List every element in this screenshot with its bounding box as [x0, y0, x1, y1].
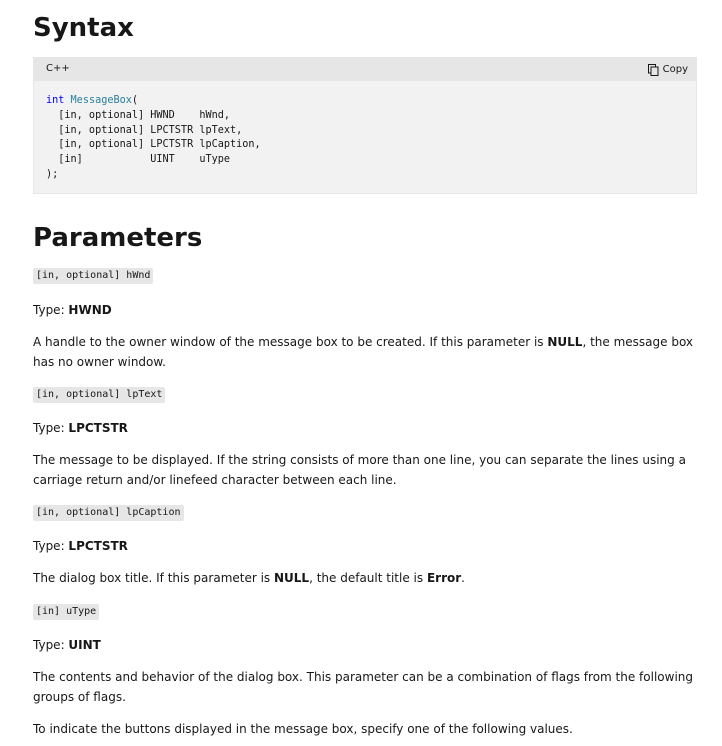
buttons-intro-text: To indicate the buttons displayed in the… [33, 722, 573, 736]
code-line: [in, optional] LPCTSTR lpText, [46, 124, 243, 136]
code-keyword: int [46, 95, 65, 106]
code-header: C++ Copy [34, 58, 696, 81]
param-type-hwnd: Type: HWND [33, 303, 112, 317]
copy-icon [647, 63, 659, 76]
param-signature-lpcaption: [in, optional] lpCaption [33, 505, 184, 521]
param-desc-hwnd: A handle to the owner window of the mess… [33, 335, 694, 369]
copy-button-label: Copy [662, 64, 688, 75]
doc-page: Syntax C++ Copy int MessageBox( [in, opt… [0, 0, 722, 746]
copy-button[interactable]: Copy [647, 62, 688, 77]
code-function-name: MessageBox [70, 95, 132, 106]
param-type-lpcaption: Type: LPCTSTR [33, 539, 128, 553]
syntax-heading: Syntax [33, 13, 134, 43]
code-open-paren: ( [131, 95, 139, 106]
code-close: ); [46, 168, 59, 180]
param-desc-utype: The contents and behavior of the dialog … [33, 670, 694, 704]
param-type-lptext: Type: LPCTSTR [33, 421, 128, 435]
code-language-label: C++ [46, 63, 70, 74]
param-desc-lptext: The message to be displayed. If the stri… [33, 453, 686, 487]
param-signature-utype: [in] uType [33, 604, 100, 620]
code-line: [in] UINT uType [46, 154, 231, 166]
code-line: [in, optional] HWND hWnd, [46, 109, 231, 121]
parameters-heading: Parameters [33, 223, 203, 253]
param-desc-lpcaption: The dialog box title. If this parameter … [33, 571, 465, 585]
code-line: [in, optional] LPCTSTR lpCaption, [46, 139, 261, 151]
param-type-utype: Type: UINT [33, 638, 101, 652]
code-content: int MessageBox( [in, optional] HWND hWnd… [46, 94, 261, 183]
param-signature-lptext: [in, optional] lpText [33, 387, 166, 403]
code-block: C++ Copy int MessageBox( [in, optional] … [33, 57, 697, 194]
param-signature-hwnd: [in, optional] hWnd [33, 268, 154, 284]
